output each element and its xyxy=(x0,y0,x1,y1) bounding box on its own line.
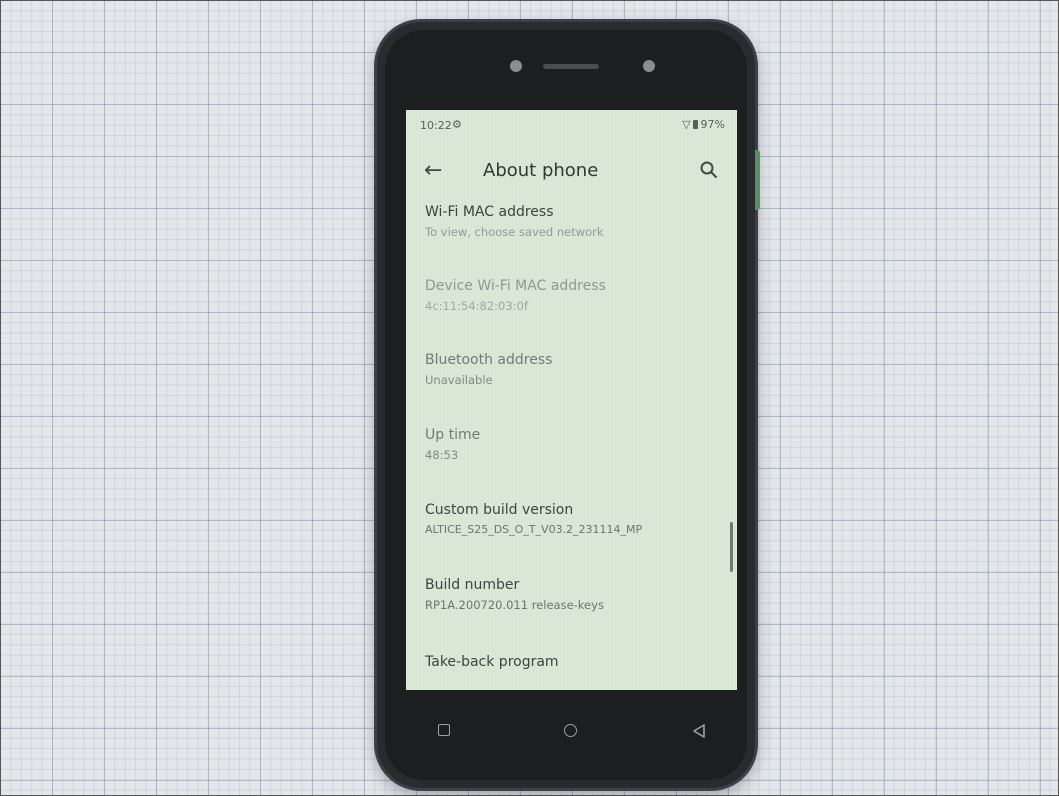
arrow-back-icon[interactable]: ← xyxy=(424,158,442,183)
list-item-take-back-program[interactable]: Take-back program xyxy=(425,653,727,671)
item-value: RP1A.200720.011 release-keys xyxy=(425,598,604,612)
status-time: 10:22 xyxy=(420,119,452,132)
item-title: Bluetooth address xyxy=(425,352,553,368)
list-item-up-time[interactable]: Up time 48:53 xyxy=(425,426,727,463)
search-icon[interactable] xyxy=(699,160,719,180)
list-item-wifi-mac[interactable]: Wi-Fi MAC address To view, choose saved … xyxy=(425,203,727,240)
item-value: 4c:11:54:82:03:0f xyxy=(425,299,528,313)
item-title: Custom build version xyxy=(425,502,574,518)
navigation-bar xyxy=(406,700,737,760)
item-title: Wi-Fi MAC address xyxy=(425,204,554,220)
item-title: Up time xyxy=(425,427,481,443)
app-bar: ← About phone xyxy=(406,150,737,194)
square-icon[interactable] xyxy=(434,720,456,742)
page-title: About phone xyxy=(483,160,599,181)
list-item-custom-build-version[interactable]: Custom build version ALTICE_S25_DS_O_T_V… xyxy=(425,501,727,538)
phone-screen: 10:22 ⚙ ▽ 97% ← About phone Wi-Fi MAC ad… xyxy=(406,110,737,690)
item-value: To view, choose saved network xyxy=(425,225,604,239)
scrollbar[interactable] xyxy=(730,522,733,572)
item-value: ALTICE_S25_DS_O_T_V03.2_231114_MP xyxy=(425,523,643,536)
earpiece-speaker xyxy=(543,64,599,69)
battery-icon xyxy=(692,120,698,129)
wifi-icon: ▽ xyxy=(682,118,691,131)
circle-icon[interactable] xyxy=(560,720,582,742)
item-title: Build number xyxy=(425,577,520,593)
front-camera xyxy=(643,60,655,72)
battery-percent: 97% xyxy=(700,118,725,131)
item-value: Unavailable xyxy=(425,373,493,387)
triangle-back-icon[interactable] xyxy=(688,720,710,742)
item-title: Device Wi-Fi MAC address xyxy=(425,278,606,294)
list-item-build-number[interactable]: Build number RP1A.200720.011 release-key… xyxy=(425,576,727,613)
proximity-sensor xyxy=(510,60,522,72)
list-item-device-wifi-mac[interactable]: Device Wi-Fi MAC address 4c:11:54:82:03:… xyxy=(425,277,727,314)
side-button[interactable] xyxy=(755,150,760,210)
status-icons: ▽ 97% xyxy=(682,118,725,131)
item-title: Take-back program xyxy=(425,654,559,670)
status-bar: 10:22 ⚙ ▽ 97% xyxy=(406,110,737,140)
list-item-bluetooth-address[interactable]: Bluetooth address Unavailable xyxy=(425,351,727,388)
settings-gear-icon: ⚙ xyxy=(452,118,462,131)
item-value: 48:53 xyxy=(425,448,459,462)
